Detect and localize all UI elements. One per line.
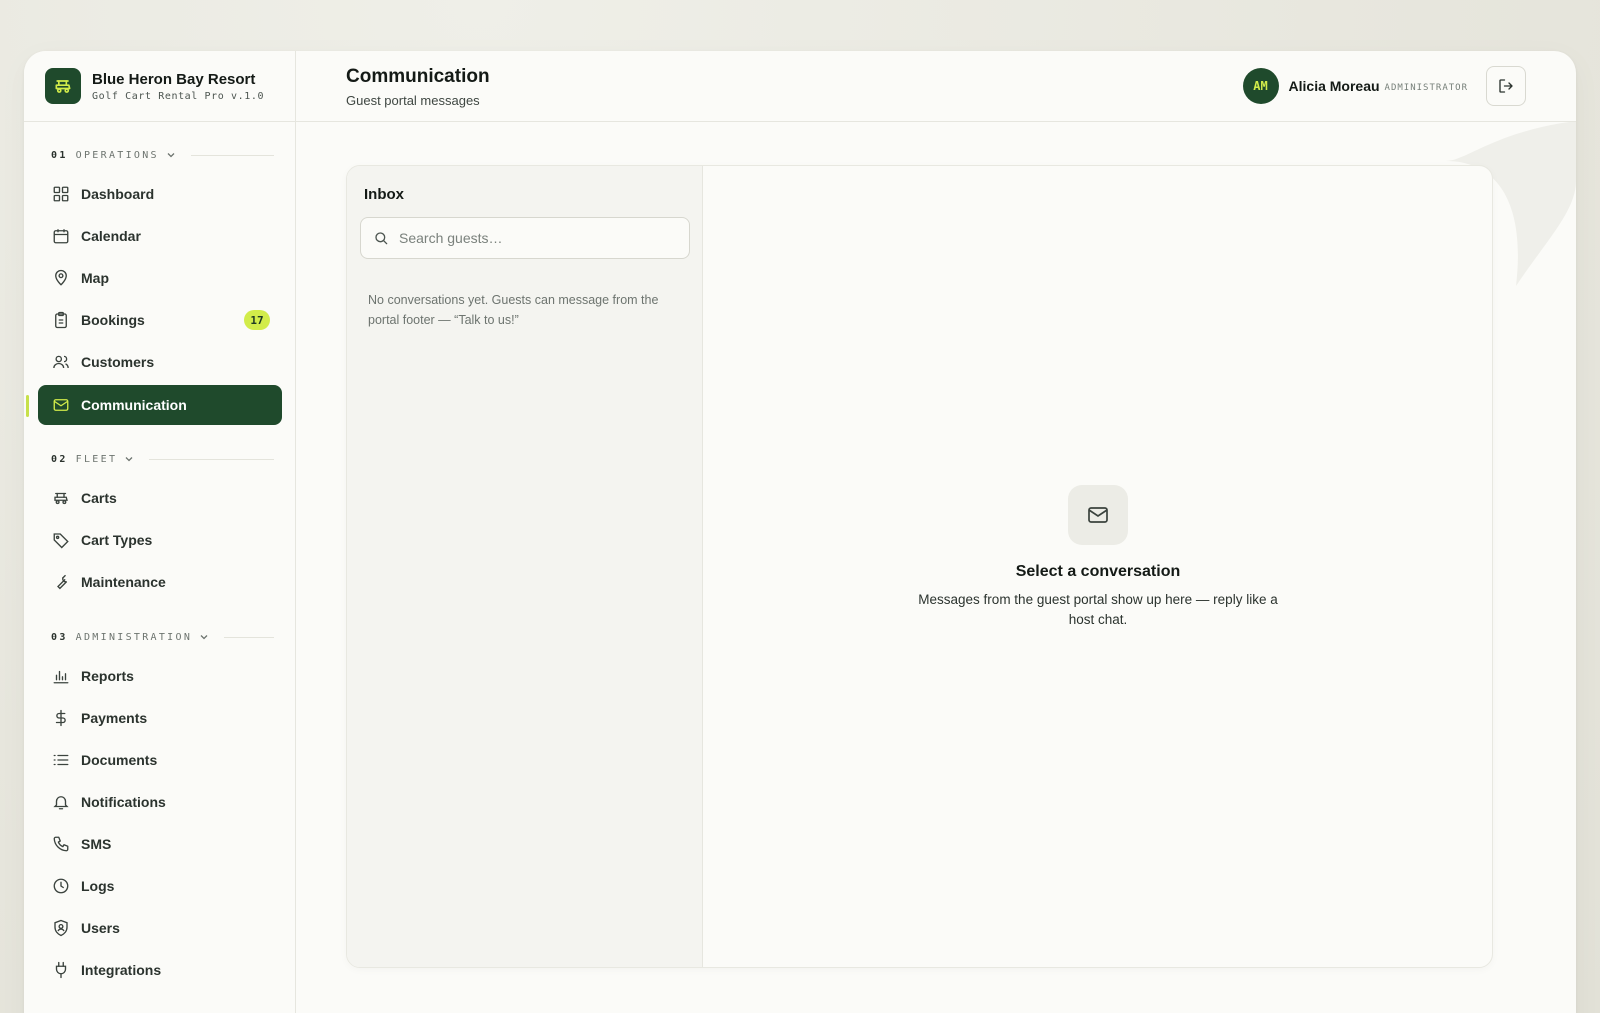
sidebar-item-communication[interactable]: Communication: [38, 385, 282, 425]
sidebar-item-reports[interactable]: Reports: [38, 656, 282, 696]
calendar-icon: [52, 227, 70, 245]
users-icon: [52, 353, 70, 371]
sidebar-item-integrations[interactable]: Integrations: [38, 950, 282, 990]
sidebar-item-label: Dashboard: [81, 186, 155, 202]
top-header: Communication Guest portal messages AM A…: [296, 51, 1576, 122]
plug-icon: [52, 961, 70, 979]
golf-cart-icon: [52, 489, 70, 507]
sidebar-item-label: Calendar: [81, 228, 141, 244]
clipboard-icon: [52, 311, 70, 329]
list-icon: [52, 751, 70, 769]
conversation-panel: Select a conversation Messages from the …: [703, 166, 1492, 967]
section-label: ADMINISTRATION: [75, 631, 193, 643]
section-operations[interactable]: 01 OPERATIONS: [24, 148, 296, 162]
sidebar-item-label: Reports: [81, 668, 134, 684]
dollar-icon: [52, 709, 70, 727]
sidebar-item-map[interactable]: Map: [38, 258, 282, 298]
sidebar-item-maintenance[interactable]: Maintenance: [38, 562, 282, 602]
section-administration[interactable]: 03 ADMINISTRATION: [24, 630, 296, 644]
user-profile[interactable]: AM Alicia Moreau ADMINISTRATOR: [1242, 68, 1468, 104]
sidebar-item-label: Cart Types: [81, 532, 153, 548]
sidebar-item-label: Documents: [81, 752, 158, 768]
sidebar-item-carts[interactable]: Carts: [38, 478, 282, 518]
sidebar-item-label: Bookings: [81, 312, 145, 328]
sidebar-item-customers[interactable]: Customers: [38, 342, 282, 382]
empty-state-title: Select a conversation: [1015, 563, 1181, 580]
section-divider: [149, 458, 274, 460]
sidebar-item-payments[interactable]: Payments: [38, 698, 282, 738]
sidebar-item-label: Maintenance: [81, 574, 166, 590]
bookings-count-badge: 17: [244, 310, 270, 330]
section-label: OPERATIONS: [75, 149, 159, 161]
sidebar-item-label: Logs: [81, 878, 115, 894]
page-title: Communication: [346, 66, 490, 87]
sidebar-item-bookings[interactable]: Bookings 17: [38, 300, 282, 340]
section-number: 03: [51, 631, 68, 643]
user-name: Alicia Moreau: [1288, 78, 1380, 94]
wrench-icon: [52, 573, 70, 591]
messages-card: Inbox No conversations yet. Guests can m…: [346, 165, 1493, 968]
shield-user-icon: [52, 919, 70, 937]
golf-cart-icon: [45, 68, 81, 104]
sidebar-item-cart-types[interactable]: Cart Types: [38, 520, 282, 560]
clock-icon: [52, 877, 70, 895]
section-fleet[interactable]: 02 FLEET: [24, 452, 296, 466]
bell-icon: [52, 793, 70, 811]
mail-icon: [1068, 485, 1128, 545]
sidebar-item-users[interactable]: Users: [38, 908, 282, 948]
logout-button[interactable]: [1486, 66, 1526, 106]
search-icon: [375, 232, 388, 245]
sidebar-item-notifications[interactable]: Notifications: [38, 782, 282, 822]
search-input[interactable]: [399, 230, 679, 246]
chevron-down-icon: [200, 635, 208, 640]
empty-state-description: Messages from the guest portal show up h…: [918, 592, 1278, 627]
page-subtitle: Guest portal messages: [346, 93, 480, 108]
avatar: AM: [1242, 68, 1279, 104]
inbox-panel: Inbox No conversations yet. Guests can m…: [347, 166, 703, 967]
inbox-title: Inbox: [364, 186, 404, 203]
brand-subtitle: Golf Cart Rental Pro v.1.0: [92, 90, 265, 102]
sidebar-item-label: Payments: [81, 710, 148, 726]
user-role: ADMINISTRATOR: [1384, 82, 1468, 93]
sidebar-item-documents[interactable]: Documents: [38, 740, 282, 780]
sidebar-item-logs[interactable]: Logs: [38, 866, 282, 906]
sidebar-item-label: Notifications: [81, 794, 166, 810]
section-divider: [190, 154, 274, 156]
section-label: FLEET: [75, 453, 118, 465]
brand: Blue Heron Bay Resort Golf Cart Rental P…: [24, 51, 295, 122]
sidebar-item-label: Communication: [81, 397, 187, 413]
map-pin-icon: [52, 269, 70, 287]
sidebar: Blue Heron Bay Resort Golf Cart Rental P…: [24, 51, 296, 1013]
sidebar-item-label: Carts: [81, 490, 117, 506]
inbox-empty-message: No conversations yet. Guests can message…: [368, 293, 659, 327]
phone-icon: [52, 835, 70, 853]
mail-icon: [52, 396, 70, 414]
chevron-down-icon: [125, 457, 133, 462]
sidebar-item-label: Users: [81, 920, 120, 936]
section-number: 01: [51, 149, 68, 161]
grid-icon: [52, 185, 70, 203]
sidebar-item-label: Customers: [81, 354, 155, 370]
search-box: [360, 217, 690, 259]
sidebar-item-label: Integrations: [81, 962, 162, 978]
sidebar-item-label: SMS: [81, 836, 112, 852]
section-number: 02: [51, 453, 68, 465]
brand-name: Blue Heron Bay Resort: [92, 70, 256, 88]
app-window: Blue Heron Bay Resort Golf Cart Rental P…: [24, 51, 1576, 1013]
sidebar-item-sms[interactable]: SMS: [38, 824, 282, 864]
sidebar-item-calendar[interactable]: Calendar: [38, 216, 282, 256]
active-indicator: [26, 395, 29, 417]
logout-icon: [1499, 79, 1513, 93]
sidebar-item-label: Map: [81, 270, 109, 286]
sidebar-item-dashboard[interactable]: Dashboard: [38, 174, 282, 214]
chevron-down-icon: [167, 153, 175, 158]
tag-icon: [52, 531, 70, 549]
section-divider: [224, 636, 274, 638]
bar-chart-icon: [52, 667, 70, 685]
